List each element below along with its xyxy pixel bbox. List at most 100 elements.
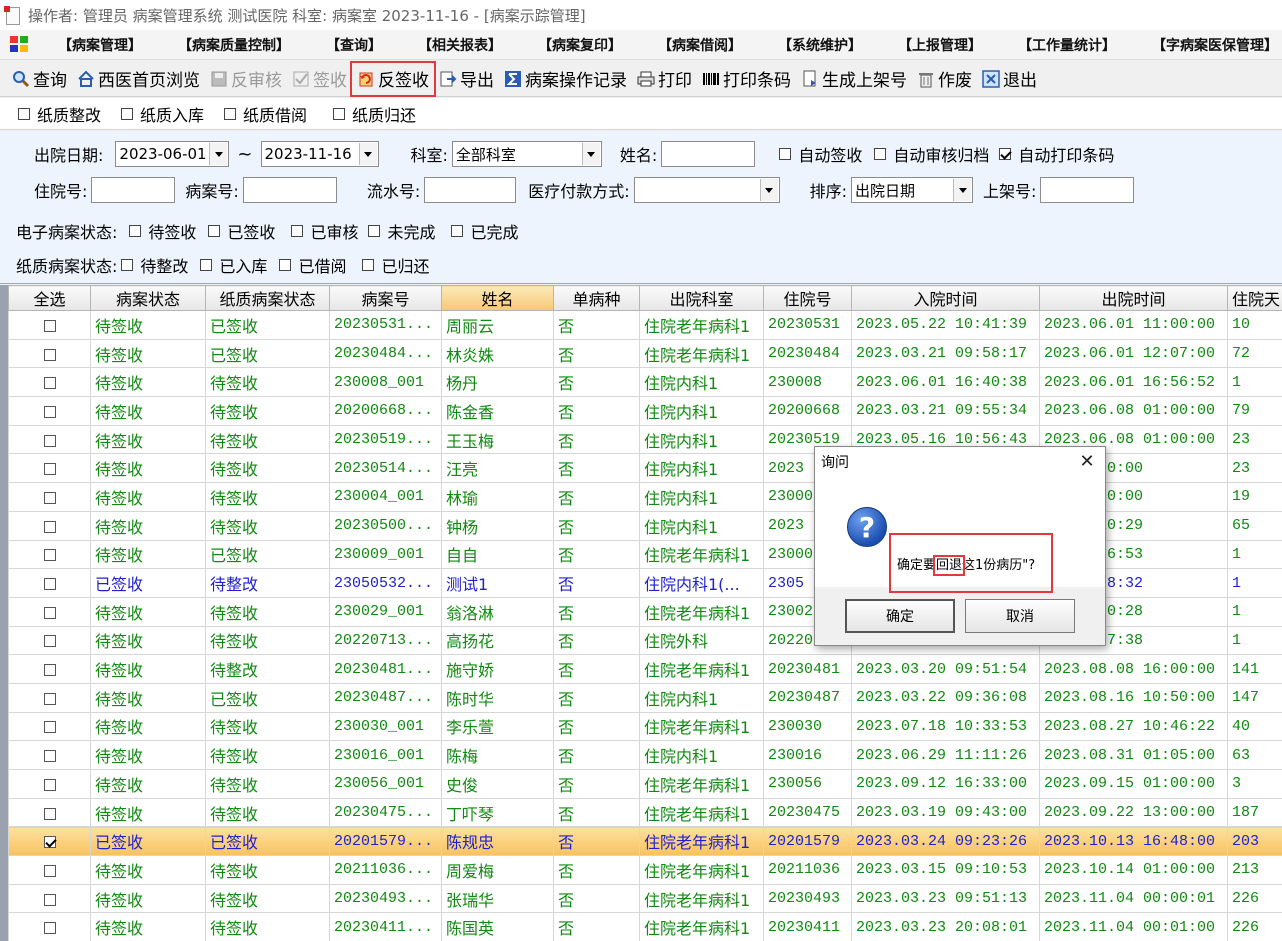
- row-select-cell[interactable]: [8, 367, 91, 398]
- row-checkbox[interactable]: [43, 549, 56, 562]
- row-select-cell[interactable]: [8, 797, 91, 828]
- p-status-stored-checkbox[interactable]: 已入库: [200, 253, 267, 277]
- western-homepage-browse-button[interactable]: 西医首页浏览: [73, 64, 204, 94]
- col-discharge-time[interactable]: 出院时间: [1039, 285, 1228, 311]
- row-select-cell[interactable]: [8, 769, 91, 799]
- col-select-all[interactable]: 全选: [8, 285, 91, 311]
- row-checkbox[interactable]: [43, 405, 56, 418]
- paper-stored-checkbox[interactable]: 纸质入库: [121, 102, 204, 126]
- shelf-no-input[interactable]: [1040, 177, 1135, 203]
- col-single-disease[interactable]: 单病种: [553, 285, 640, 311]
- close-icon[interactable]: ✕: [1077, 451, 1097, 472]
- print-button[interactable]: 打印: [633, 64, 696, 94]
- row-select-cell[interactable]: [8, 740, 91, 770]
- row-select-cell[interactable]: [8, 596, 91, 627]
- inpatient-no-input[interactable]: [91, 177, 176, 203]
- row-checkbox[interactable]: [43, 606, 56, 619]
- menu-query[interactable]: 【查询】: [308, 35, 400, 55]
- sort-select[interactable]: 出院日期: [851, 177, 974, 203]
- col-inpatient-no[interactable]: 住院号: [763, 285, 852, 311]
- case-operation-log-button[interactable]: 病案操作记录: [500, 64, 631, 94]
- e-status-incomplete-checkbox[interactable]: 未完成: [368, 219, 435, 243]
- exit-button[interactable]: 退出: [978, 64, 1041, 94]
- row-select-cell[interactable]: [8, 883, 91, 914]
- table-row[interactable]: 待签收 待签收 20200668... 陈金香否住院内科1 20200668 2023.0…: [8, 396, 1282, 426]
- table-row[interactable]: 待签收 已签收 20230531... 周丽云否住院老年病科1 20230531 2023…: [8, 310, 1282, 340]
- paper-rectify-checkbox[interactable]: 纸质整改: [18, 102, 101, 126]
- table-row[interactable]: 待签收 待签收 230030_001 李乐萱否住院老年病科1 230030 2023.07…: [8, 711, 1282, 742]
- row-select-cell[interactable]: [8, 424, 91, 455]
- menu-case-management[interactable]: 【病案管理】: [40, 35, 160, 55]
- row-checkbox[interactable]: [43, 664, 56, 677]
- p-status-borrowed-checkbox[interactable]: 已借阅: [279, 253, 346, 277]
- row-select-cell[interactable]: [8, 310, 91, 340]
- row-checkbox[interactable]: [43, 434, 56, 447]
- table-row[interactable]: 待签收 待签收 20230475... 丁吓琴否住院老年病科1 20230475 2023…: [8, 797, 1282, 828]
- serial-no-input[interactable]: [424, 177, 517, 203]
- table-row[interactable]: 待签收 待签收 230056_001 史俊否住院老年病科1 230056 2023.09.…: [8, 769, 1282, 799]
- generate-shelf-number-button[interactable]: 生成上架号: [797, 64, 911, 94]
- row-select-cell[interactable]: [8, 711, 91, 742]
- row-select-cell[interactable]: [8, 510, 91, 541]
- e-status-pending-sign-checkbox[interactable]: 待签收: [129, 219, 196, 243]
- dept-select[interactable]: 全部科室: [451, 141, 602, 167]
- menu-system-maintenance[interactable]: 【系统维护】: [760, 35, 880, 55]
- row-select-cell[interactable]: [8, 625, 91, 656]
- case-no-input[interactable]: [242, 177, 337, 203]
- reverse-review-button[interactable]: 反审核: [206, 64, 286, 94]
- table-row[interactable]: 待签收 待整改 20230481... 施守娇否住院老年病科1 20230481 2023…: [8, 654, 1282, 684]
- chevron-down-icon[interactable]: [209, 143, 228, 165]
- sign-button[interactable]: 签收: [288, 64, 351, 94]
- row-select-cell[interactable]: [8, 654, 91, 684]
- row-checkbox[interactable]: [43, 893, 56, 906]
- date-from-picker[interactable]: 2023-06-01: [115, 141, 230, 167]
- row-checkbox[interactable]: [43, 520, 56, 533]
- export-button[interactable]: 导出: [435, 64, 498, 94]
- chevron-down-icon[interactable]: [759, 179, 778, 201]
- row-checkbox[interactable]: [43, 922, 56, 935]
- row-checkbox[interactable]: [43, 635, 56, 648]
- menu-workload-stats[interactable]: 【工作量统计】: [1000, 35, 1134, 55]
- menu-case-borrow[interactable]: 【病案借阅】: [640, 35, 760, 55]
- e-status-complete-checkbox[interactable]: 已完成: [451, 219, 518, 243]
- table-row[interactable]: 待签收 待签收 20230411... 陈国英否住院老年病科1 20230411 2023…: [8, 912, 1282, 941]
- paper-borrowed-checkbox[interactable]: 纸质借阅: [224, 102, 307, 126]
- col-paper-status[interactable]: 纸质病案状态: [205, 285, 330, 311]
- row-checkbox[interactable]: [43, 348, 56, 361]
- row-checkbox[interactable]: [43, 377, 56, 390]
- p-status-rectify-checkbox[interactable]: 待整改: [121, 253, 188, 277]
- p-status-returned-checkbox[interactable]: 已归还: [362, 253, 429, 277]
- row-checkbox[interactable]: [43, 721, 56, 734]
- menu-insurance[interactable]: 【字病案医保管理】: [1134, 35, 1282, 55]
- paper-returned-checkbox[interactable]: 纸质归还: [333, 102, 416, 126]
- table-row[interactable]: 待签收 待签收 230016_001 陈梅否住院内科1 230016 2023.06.29…: [8, 740, 1282, 770]
- unsign-button[interactable]: 反签收: [350, 60, 436, 97]
- row-select-cell[interactable]: [8, 826, 91, 857]
- row-checkbox[interactable]: [43, 864, 56, 877]
- row-select-cell[interactable]: [8, 539, 91, 570]
- menu-reports[interactable]: 【相关报表】: [400, 35, 520, 55]
- row-select-cell[interactable]: [8, 396, 91, 426]
- e-status-signed-checkbox[interactable]: 已签收: [208, 219, 275, 243]
- menu-case-copy[interactable]: 【病案复印】: [520, 35, 640, 55]
- row-select-cell[interactable]: [8, 482, 91, 512]
- chevron-down-icon[interactable]: [358, 143, 377, 165]
- row-select-cell[interactable]: [8, 453, 91, 484]
- row-select-cell[interactable]: [8, 338, 91, 369]
- row-checkbox[interactable]: [43, 319, 56, 332]
- auto-review-checkbox[interactable]: 自动审核归档: [874, 142, 989, 166]
- cancel-button[interactable]: 取消: [965, 599, 1075, 633]
- payment-method-select[interactable]: [633, 177, 780, 203]
- row-select-cell[interactable]: [8, 912, 91, 941]
- auto-sign-checkbox[interactable]: 自动签收: [779, 142, 862, 166]
- table-row[interactable]: 待签收 已签收 20230484... 林炎姝否住院老年病科1 20230484 2023…: [8, 338, 1282, 369]
- col-stay-days[interactable]: 住院天: [1227, 285, 1282, 311]
- col-name[interactable]: 姓名: [441, 285, 554, 311]
- row-select-cell[interactable]: [8, 568, 91, 598]
- row-checkbox[interactable]: [43, 750, 56, 763]
- menu-quality-control[interactable]: 【病案质量控制】: [160, 35, 308, 55]
- col-admission-time[interactable]: 入院时间: [851, 285, 1040, 311]
- col-discharge-dept[interactable]: 出院科室: [639, 285, 764, 311]
- chevron-down-icon[interactable]: [953, 179, 972, 201]
- row-checkbox[interactable]: [43, 807, 56, 820]
